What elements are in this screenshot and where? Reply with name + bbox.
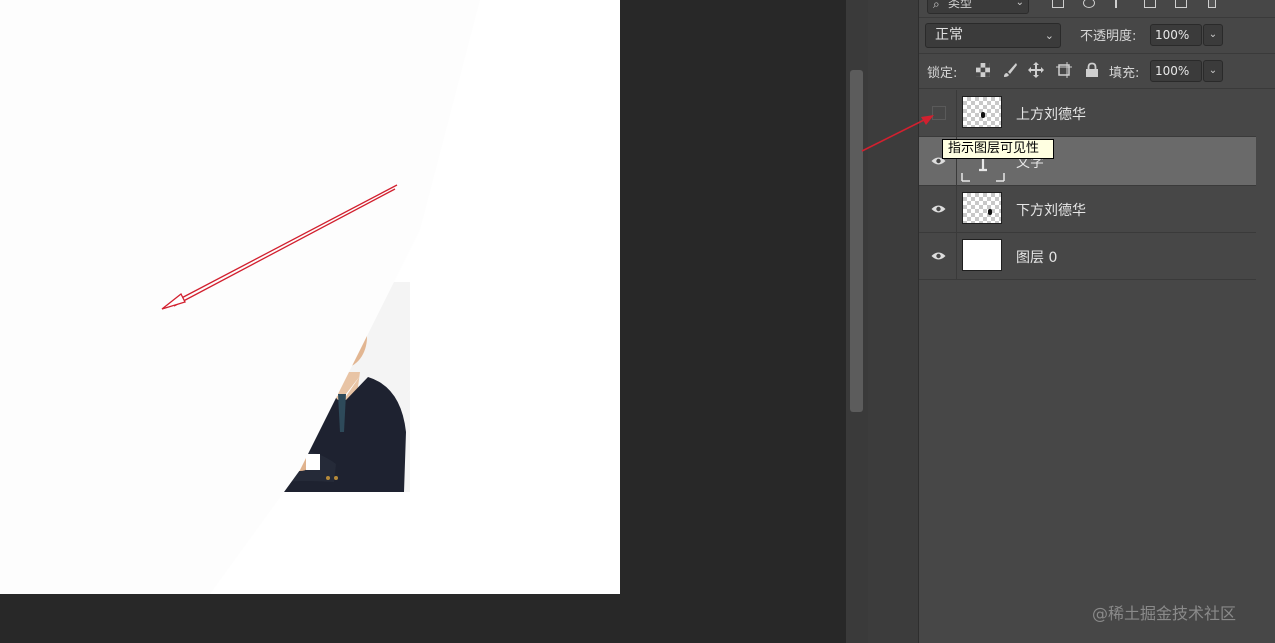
eye-icon[interactable]: [931, 204, 946, 214]
lock-artboard-icon[interactable]: [1056, 62, 1072, 78]
eye-icon[interactable]: [931, 251, 946, 261]
thumbnail-figure: [988, 209, 992, 215]
layer-thumbnail[interactable]: [962, 192, 1002, 224]
layer-row[interactable]: 下方刘德华: [919, 186, 1256, 233]
fill-label: 填充:: [1109, 66, 1140, 81]
filter-smart-object-icon[interactable]: [1175, 0, 1187, 8]
blend-mode-select[interactable]: 正常 ⌄: [925, 23, 1061, 48]
annotation-arrow-panel: [861, 115, 934, 152]
canvas-text-layer[interactable]: 文字也是一个图层: [129, 384, 313, 418]
thumbnail-figure: [981, 112, 985, 118]
divider: [919, 88, 1275, 89]
divider: [919, 53, 1275, 54]
chevron-down-icon: ⌄: [1015, 0, 1024, 8]
layer-visibility-cell[interactable]: [919, 186, 957, 232]
opacity-value: 100%: [1155, 28, 1190, 42]
layer-thumbnail[interactable]: [962, 96, 1002, 128]
filter-toggle-icon[interactable]: [1208, 0, 1216, 8]
filter-adjustment-icon[interactable]: [1083, 0, 1095, 8]
visibility-tooltip: 指示图层可见性: [942, 139, 1055, 159]
filter-kind-label: 类型: [948, 0, 973, 10]
layer-name[interactable]: 下方刘德华: [1016, 200, 1086, 220]
watermark: @稀土掘金技术社区: [1092, 604, 1237, 623]
opacity-label: 不透明度:: [1080, 29, 1137, 44]
chevron-down-icon[interactable]: ⌄: [1203, 24, 1223, 46]
layers-panel: ⌕ 类型 ⌄ 正常 ⌄ 不透明度: 100% ⌄ 锁定: 填充: 100% ⌄ …: [919, 0, 1275, 643]
layer-row[interactable]: 上方刘德华: [919, 90, 1256, 137]
layers-list: 上方刘德华 文字 下方刘德华 图层 0: [919, 90, 1256, 280]
filter-shape-icon[interactable]: [1144, 0, 1156, 8]
lock-all-padlock-icon[interactable]: [1084, 62, 1100, 78]
search-icon: ⌕: [933, 0, 940, 11]
blend-mode-value: 正常: [935, 27, 963, 43]
layer-visibility-cell[interactable]: [919, 233, 957, 279]
fill-input[interactable]: 100% ⌄: [1150, 60, 1223, 82]
filter-pixel-icon[interactable]: [1052, 0, 1064, 8]
layer-name[interactable]: 图层 0: [1016, 247, 1057, 267]
opacity-input[interactable]: 100% ⌄: [1150, 24, 1223, 46]
chevron-down-icon[interactable]: ⌄: [1203, 60, 1223, 82]
fill-value: 100%: [1155, 64, 1190, 78]
lock-position-move-icon[interactable]: [1028, 62, 1044, 78]
layer-name[interactable]: 上方刘德华: [1016, 104, 1086, 124]
chevron-down-icon: ⌄: [1044, 29, 1054, 42]
divider: [919, 17, 1275, 18]
lock-transparent-pixels-icon[interactable]: [975, 62, 991, 78]
filter-type-icon[interactable]: [1115, 0, 1117, 8]
lock-label: 锁定:: [927, 66, 958, 81]
layer-thumbnail[interactable]: [962, 239, 1002, 271]
layer-filter-row: ⌕ 类型 ⌄: [919, 0, 1275, 18]
vertical-scrollbar[interactable]: [846, 0, 868, 643]
panel-dock-strip: [868, 0, 919, 643]
document-canvas[interactable]: 文字也是一个图层: [0, 0, 620, 594]
layer-filter-kind-select[interactable]: ⌕ 类型 ⌄: [927, 0, 1029, 14]
lock-image-pixels-brush-icon[interactable]: [1002, 62, 1018, 78]
document-workspace: 文字也是一个图层: [0, 0, 848, 643]
layer-row[interactable]: 图层 0: [919, 233, 1256, 280]
